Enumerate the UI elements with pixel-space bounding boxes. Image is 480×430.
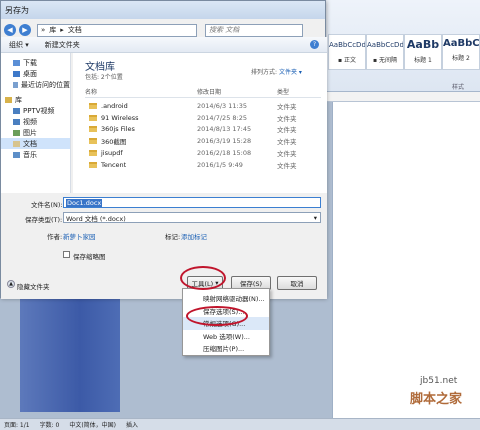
menu-item-map-network-drive[interactable]: 映射网络驱动器(N)... <box>183 292 269 305</box>
folder-icon <box>89 126 97 133</box>
video-icon <box>13 118 20 125</box>
folder-icon <box>89 114 97 121</box>
filename-label: 文件名(N): <box>31 201 63 209</box>
filetype-select[interactable]: Word 文档 (*.docx) ▾ <box>63 212 321 223</box>
file-list: .android 2014/6/3 11:35 文件夹 91 Wireless 201… <box>85 100 321 171</box>
menu-item-web-options[interactable]: Web 选项(W)... <box>183 330 269 343</box>
style-heading-1[interactable]: AaBb 标题 1 <box>404 34 442 70</box>
save-form: 文件名(N): Doc1.docx 保存类型(T): Word 文档 (*.do… <box>1 193 327 299</box>
tags-label: 标记: <box>165 233 181 241</box>
dialog-toolbar: 组织 ▾ 新建文件夹 ? <box>1 37 327 53</box>
watermark-text: 脚本之家 <box>410 392 463 407</box>
downloads-icon <box>13 59 20 66</box>
author-label: 作者: <box>47 233 63 241</box>
tags-field[interactable]: 添加标记 <box>181 231 207 241</box>
author-field[interactable]: 新萝卜家园 <box>63 231 96 241</box>
ruler <box>322 92 480 102</box>
documents-icon <box>13 140 20 147</box>
folder-icon <box>89 161 97 168</box>
highlight-ellipse-general-options <box>186 306 248 326</box>
highlight-ellipse-tools <box>180 266 226 290</box>
cancel-button[interactable]: 取消 <box>277 276 317 290</box>
style-normal[interactable]: AaBbCcDd ▪ 正文 <box>328 34 366 70</box>
column-headers: 名称 修改日期 类型 <box>85 87 321 98</box>
thumbnail-label: 保存缩略图 <box>73 253 106 261</box>
breadcrumb-documents[interactable]: 文档 <box>68 25 82 35</box>
nav-item-recent[interactable]: 最近访问的位置 <box>1 79 70 90</box>
folder-icon <box>89 102 97 109</box>
arrange-by[interactable]: 排列方式: 文件夹 ▾ <box>251 67 302 76</box>
document-page-left <box>20 296 120 412</box>
chevron-up-icon[interactable]: ▲ <box>7 280 15 288</box>
watermark-url: jb51.net <box>420 376 458 386</box>
chevron-right-icon: ▸ <box>60 26 64 34</box>
column-type[interactable]: 类型 <box>277 87 321 97</box>
menu-item-compress-pictures[interactable]: 压缩图片(P)... <box>183 342 269 355</box>
nav-item-downloads[interactable]: 下载 <box>1 57 70 68</box>
pictures-icon <box>13 129 20 136</box>
status-page: 页面: 1/1 <box>4 422 30 429</box>
chevron-down-icon: ▾ <box>313 213 317 222</box>
status-bar: 页面: 1/1 字数: 0 中文(简体，中国) 插入 <box>0 418 480 430</box>
organize-button[interactable]: 组织 ▾ <box>9 40 29 50</box>
nav-item-pictures[interactable]: 图片 <box>1 127 70 138</box>
file-pane: 文档库 包括: 2个位置 排列方式: 文件夹 ▾ 名称 修改日期 类型 .and… <box>73 53 327 193</box>
list-item[interactable]: 360js Files 2014/8/13 17:45 文件夹 <box>85 124 321 136</box>
list-item[interactable]: .android 2014/6/3 11:35 文件夹 <box>85 100 321 112</box>
filename-field[interactable]: Doc1.docx <box>63 197 321 208</box>
forward-icon[interactable]: ▶ <box>19 24 31 36</box>
style-heading-2[interactable]: AaBbC 标题 2 <box>442 34 480 70</box>
nav-item-libraries[interactable]: 库 <box>1 94 70 105</box>
desktop-icon <box>13 70 20 77</box>
new-folder-button[interactable]: 新建文件夹 <box>45 40 80 50</box>
status-insert-mode[interactable]: 插入 <box>126 420 138 429</box>
nav-item-desktop[interactable]: 桌面 <box>1 68 70 79</box>
nav-item-videos[interactable]: 视频 <box>1 116 70 127</box>
address-bar[interactable]: » 库 ▸ 文档 <box>37 23 197 37</box>
library-icon <box>5 96 12 103</box>
ribbon-styles-group: AaBbCcDd ▪ 正文 AaBbCcDd ▪ 无间隔 AaBb 标题 1 AaBb… <box>322 0 480 92</box>
folder-icon <box>89 150 97 157</box>
document-page[interactable] <box>332 102 480 418</box>
nav-item-documents[interactable]: 文档 <box>1 138 70 149</box>
breadcrumb-library[interactable]: 库 <box>49 25 56 35</box>
back-icon[interactable]: ◀ <box>4 24 16 36</box>
hide-folders-link[interactable]: 隐藏文件夹 <box>17 281 50 291</box>
thumbnail-checkbox[interactable] <box>63 251 70 258</box>
nav-item-music[interactable]: 音乐 <box>1 149 70 160</box>
search-input[interactable]: 搜索 文档 <box>205 23 303 37</box>
list-item[interactable]: 91 Wireless 2014/7/25 8:25 文件夹 <box>85 112 321 124</box>
column-name[interactable]: 名称 <box>85 87 197 97</box>
status-language[interactable]: 中文(简体，中国) <box>69 420 116 429</box>
nav-item-pptv-video[interactable]: PPTV视频 <box>1 105 70 116</box>
save-as-dialog: 另存为 ◀ ▶ » 库 ▸ 文档 搜索 文档 组织 ▾ 新建文件夹 ? 下载 桌… <box>0 0 327 299</box>
dialog-title: 另存为 <box>1 1 325 19</box>
video-icon <box>13 107 20 114</box>
list-item[interactable]: 360截图 2016/3/19 15:28 文件夹 <box>85 135 321 147</box>
ribbon-group-label: 样式 <box>452 84 465 91</box>
style-no-spacing[interactable]: AaBbCcDd ▪ 无间隔 <box>366 34 404 70</box>
folder-icon <box>89 138 97 145</box>
help-icon[interactable]: ? <box>310 40 319 49</box>
column-date[interactable]: 修改日期 <box>197 87 277 97</box>
library-locations-link[interactable]: 包括: 2个位置 <box>85 72 123 81</box>
music-icon <box>13 151 20 158</box>
list-item[interactable]: jisupdf 2016/2/18 15:08 文件夹 <box>85 147 321 159</box>
search-placeholder: 搜索 文档 <box>209 26 240 34</box>
navigation-pane: 下载 桌面 最近访问的位置 库 PPTV视频 视频 图片 文档 音乐 <box>1 53 71 193</box>
chevron-right-icon: » <box>41 26 46 34</box>
status-words: 字数: 0 <box>39 422 60 429</box>
list-item[interactable]: Tencent 2016/1/5 9:49 文件夹 <box>85 159 321 171</box>
recent-places-icon <box>13 81 18 88</box>
filetype-label: 保存类型(T): <box>25 216 63 224</box>
library-title: 文档库 <box>85 62 115 73</box>
